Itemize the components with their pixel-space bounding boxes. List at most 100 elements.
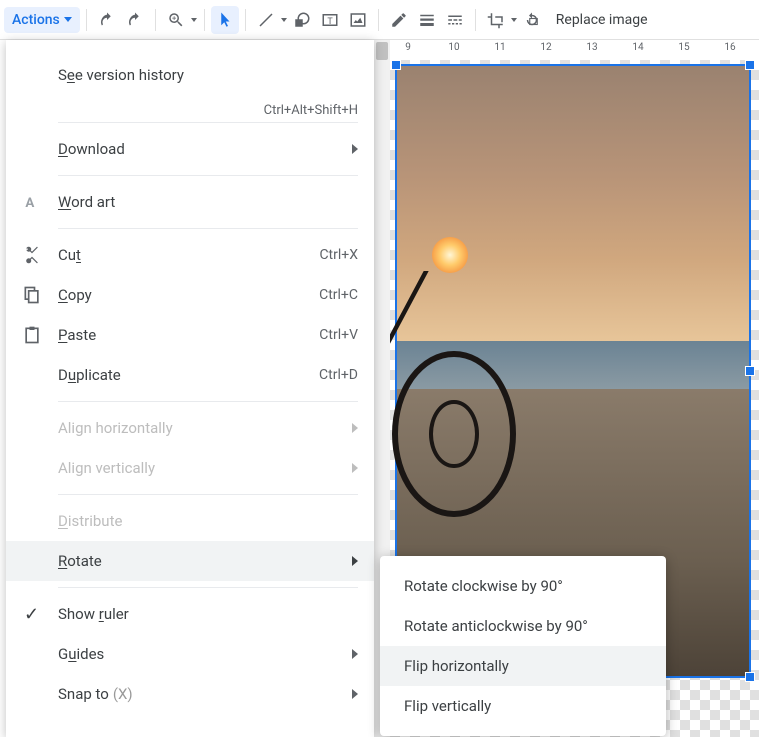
submenu-arrow-icon — [352, 689, 358, 699]
ruler-mark: 12 — [540, 42, 551, 53]
shortcut: Ctrl+Alt+Shift+H — [264, 103, 358, 118]
line-weight-icon — [418, 11, 436, 29]
resize-handle-br[interactable] — [745, 672, 755, 682]
reset-image-button[interactable] — [518, 6, 546, 34]
menu-label: Copy — [58, 286, 309, 304]
reset-image-icon — [523, 11, 541, 29]
pointer-icon — [216, 11, 234, 29]
resize-handle-mr[interactable] — [745, 366, 755, 376]
shape-icon — [293, 11, 311, 29]
border-color-button[interactable] — [385, 6, 413, 34]
undo-icon — [98, 11, 116, 29]
separator — [58, 228, 358, 229]
chevron-down-icon — [191, 18, 197, 22]
copy-icon — [22, 285, 42, 305]
ruler-mark: 13 — [586, 42, 597, 53]
border-weight-button[interactable] — [413, 6, 441, 34]
menu-show-ruler[interactable]: ✓ Show ruler — [6, 594, 374, 634]
separator — [58, 587, 358, 588]
menu-version-history[interactable]: See version history Ctrl+Alt+Shift+H — [6, 50, 374, 100]
menu-snap-to[interactable]: Snap to(X) — [6, 674, 374, 714]
menu-align-vertically: Align vertically — [6, 448, 374, 488]
rotate-submenu: Rotate clockwise by 90° Rotate anticlock… — [380, 556, 666, 736]
menu-label: Word art — [58, 193, 358, 211]
menu-align-horizontally: Align horizontally — [6, 408, 374, 448]
separator — [475, 9, 476, 31]
submenu-flip-vertical[interactable]: Flip vertically — [380, 686, 666, 726]
menu-copy[interactable]: Copy Ctrl+C — [6, 275, 374, 315]
submenu-arrow-icon — [352, 649, 358, 659]
zoom-dropdown[interactable] — [190, 6, 198, 34]
line-dropdown[interactable] — [280, 6, 288, 34]
svg-text:T: T — [327, 16, 333, 26]
shortcut: Ctrl+V — [319, 327, 358, 343]
image-tool-button[interactable] — [344, 6, 372, 34]
zoom-button[interactable] — [162, 6, 190, 34]
menu-label: Distribute — [58, 512, 358, 530]
image-icon — [349, 11, 367, 29]
select-tool-button[interactable] — [211, 6, 239, 34]
menu-rotate[interactable]: Rotate — [6, 541, 374, 581]
menu-label: Show ruler — [58, 605, 358, 623]
redo-icon — [126, 11, 144, 29]
separator — [155, 9, 156, 31]
word-art-icon: A — [22, 192, 42, 212]
menu-label: Paste — [58, 326, 309, 344]
border-dash-button[interactable] — [441, 6, 469, 34]
crop-button[interactable] — [482, 6, 510, 34]
menu-label: Cut — [58, 246, 309, 264]
svg-text:A: A — [25, 196, 34, 211]
resize-handle-tr[interactable] — [745, 60, 755, 70]
submenu-arrow-icon — [352, 463, 358, 473]
image-content — [383, 298, 531, 518]
crop-dropdown[interactable] — [510, 6, 518, 34]
menu-label: See version history — [58, 66, 358, 84]
menu-label: Guides — [58, 645, 342, 663]
chevron-down-icon — [511, 18, 517, 22]
line-tool-button[interactable] — [252, 6, 280, 34]
submenu-rotate-cw[interactable]: Rotate clockwise by 90° — [380, 566, 666, 606]
menu-label: Download — [58, 140, 342, 158]
shortcut: Ctrl+C — [319, 287, 358, 303]
menu-download[interactable]: Download — [6, 129, 374, 169]
shortcut: Ctrl+D — [319, 367, 358, 383]
redo-button[interactable] — [121, 6, 149, 34]
horizontal-ruler: 9 10 11 12 13 14 15 16 — [390, 40, 759, 60]
menu-label: Align horizontally — [58, 419, 342, 437]
workspace: 9 10 11 12 13 14 15 16 See version histo… — [0, 40, 759, 737]
submenu-rotate-acw[interactable]: Rotate anticlockwise by 90° — [380, 606, 666, 646]
resize-handle-tl[interactable] — [391, 60, 401, 70]
pencil-icon — [390, 11, 408, 29]
textbox-tool-button[interactable]: T — [316, 6, 344, 34]
check-icon: ✓ — [24, 604, 39, 625]
shape-tool-button[interactable] — [288, 6, 316, 34]
scrollbar-thumb[interactable] — [376, 42, 388, 60]
menu-distribute: Distribute — [6, 501, 374, 541]
menu-word-art[interactable]: A Word art — [6, 182, 374, 222]
separator — [58, 494, 358, 495]
menu-paste[interactable]: Paste Ctrl+V — [6, 315, 374, 355]
menu-cut[interactable]: Cut Ctrl+X — [6, 235, 374, 275]
undo-button[interactable] — [93, 6, 121, 34]
image-content — [432, 237, 468, 273]
chevron-down-icon — [281, 18, 287, 22]
menu-duplicate[interactable]: Duplicate Ctrl+D — [6, 355, 374, 395]
ruler-mark: 10 — [448, 42, 459, 53]
actions-menu-button[interactable]: Actions — [4, 7, 80, 33]
actions-menu: See version history Ctrl+Alt+Shift+H Dow… — [6, 40, 374, 737]
submenu-arrow-icon — [352, 144, 358, 154]
menu-label: Snap to(X) — [58, 685, 342, 703]
menu-label: Rotate — [58, 552, 342, 570]
toolbar: Actions T Replace image — [0, 0, 759, 40]
separator — [58, 175, 358, 176]
separator — [58, 122, 358, 123]
submenu-flip-horizontal[interactable]: Flip horizontally — [380, 646, 666, 686]
actions-label: Actions — [12, 12, 60, 28]
replace-image-button[interactable]: Replace image — [546, 12, 658, 28]
zoom-icon — [167, 11, 185, 29]
ruler-mark: 16 — [724, 42, 735, 53]
shortcut: Ctrl+X — [319, 247, 358, 263]
scissors-icon — [22, 245, 42, 265]
separator — [86, 9, 87, 31]
menu-guides[interactable]: Guides — [6, 634, 374, 674]
